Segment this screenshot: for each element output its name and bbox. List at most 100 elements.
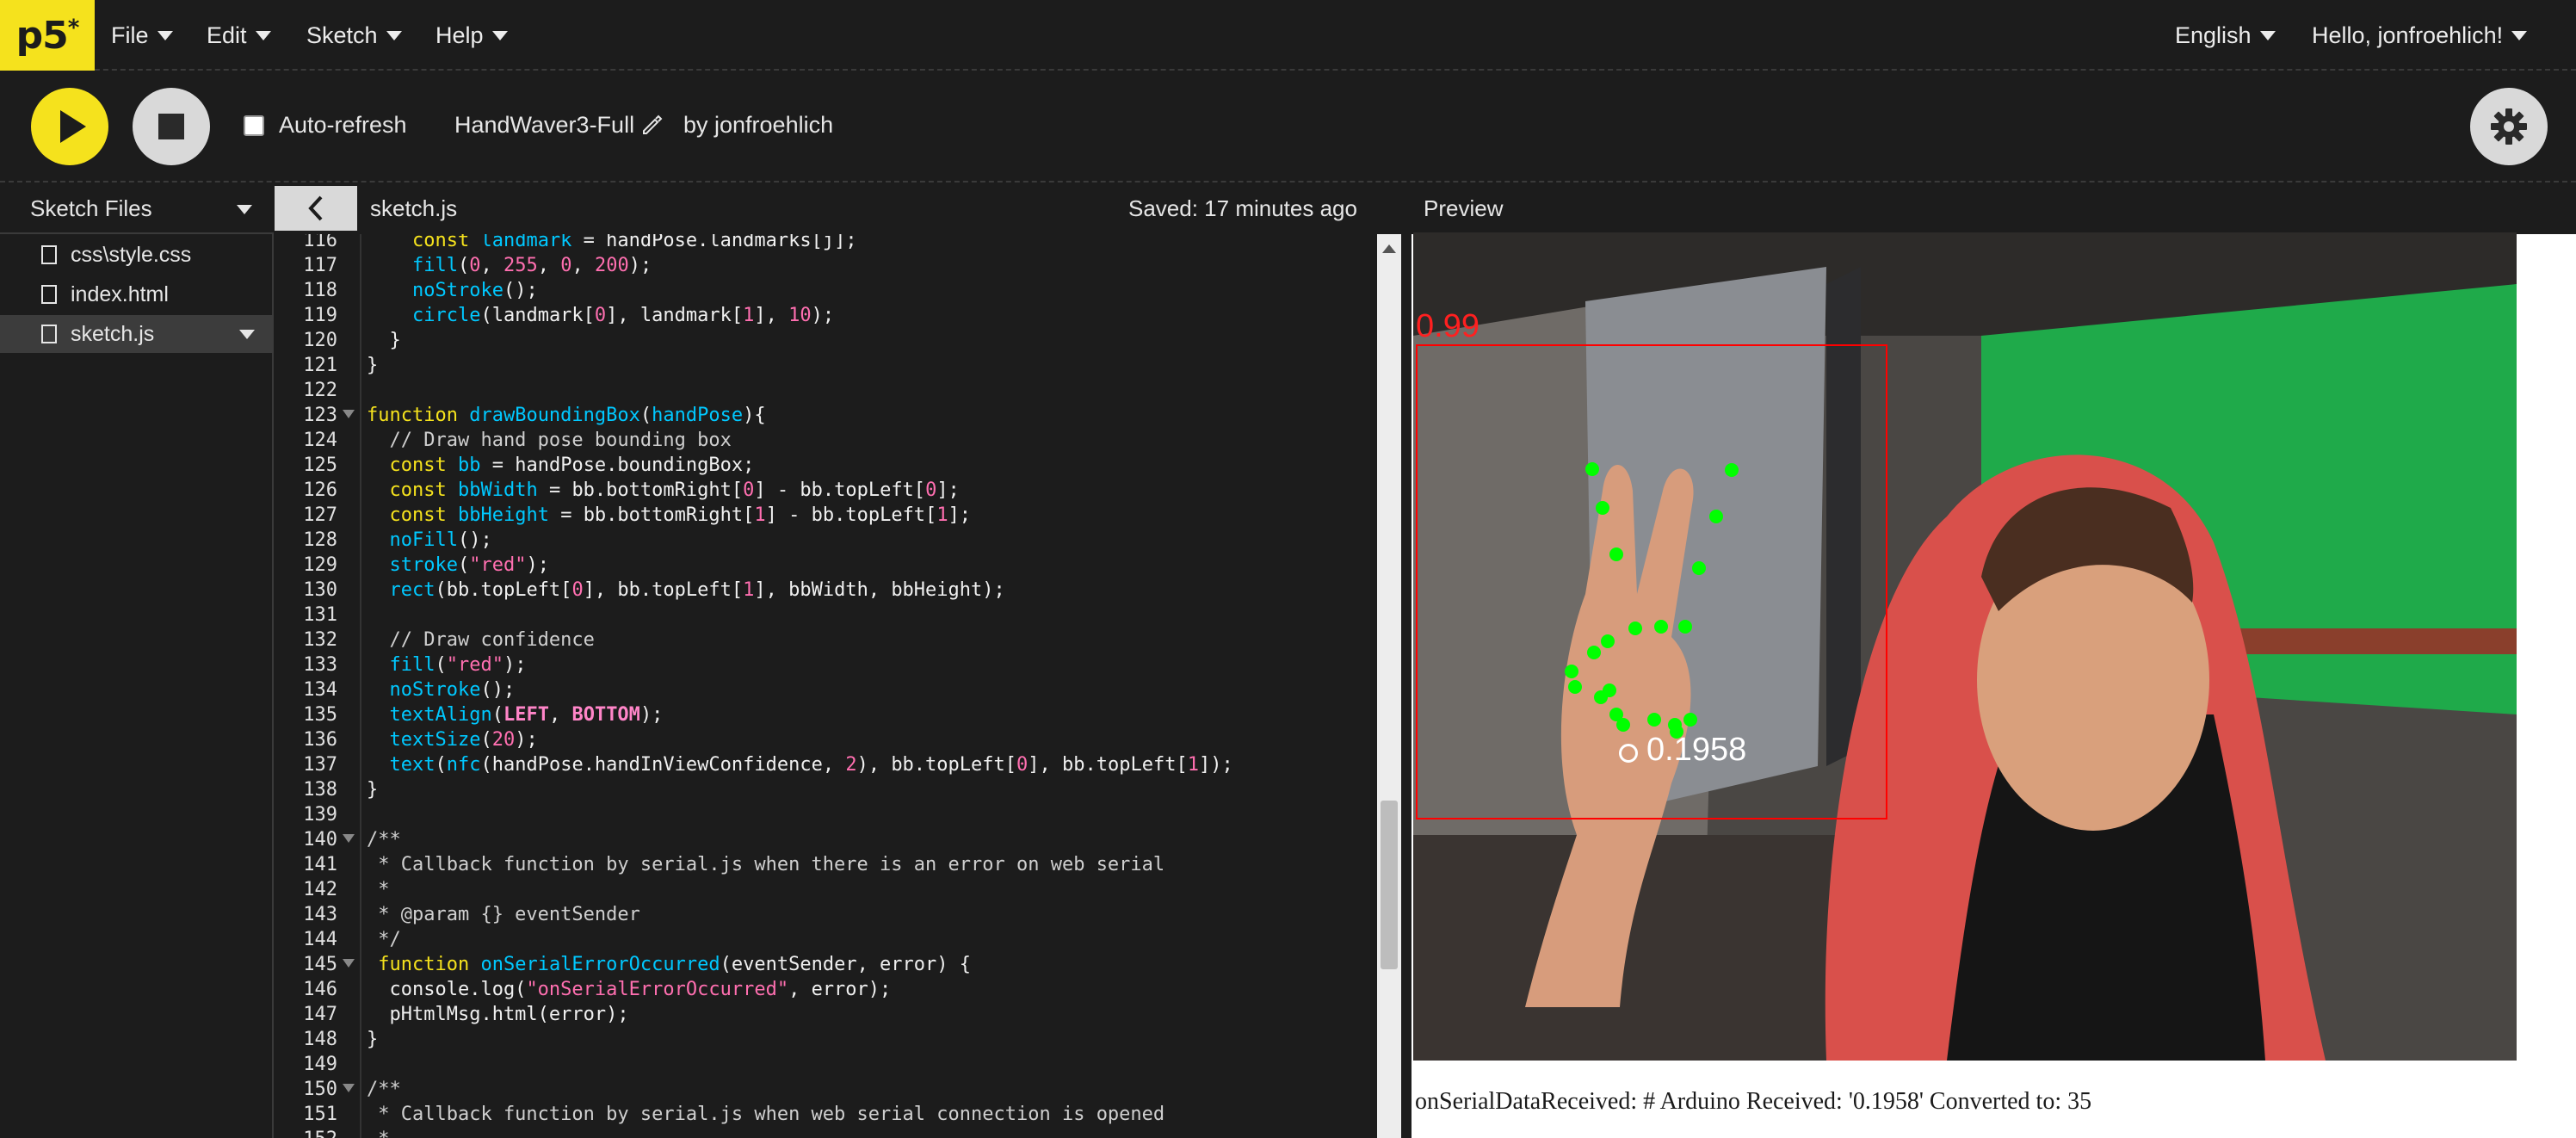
sketch-files-header[interactable]: Sketch Files [0, 182, 274, 234]
file-icon [41, 285, 57, 304]
fold-toggle-icon[interactable] [343, 1084, 355, 1092]
code-line[interactable]: const landmark = handPose.landmarks[j]; [367, 234, 857, 253]
line-number: 116 [303, 234, 337, 251]
line-number: 146 [303, 979, 337, 1000]
line-number: 152 [275, 1127, 337, 1138]
auto-refresh-checkbox[interactable] [244, 115, 264, 136]
code-line[interactable]: * Callback function by serial.js when we… [367, 1102, 1164, 1127]
fold-toggle-icon[interactable] [343, 410, 355, 418]
play-button[interactable] [31, 88, 108, 165]
line-number: 122 [303, 380, 337, 401]
gear-icon [2491, 108, 2527, 145]
file-item-style-css[interactable]: css\style.css [0, 236, 274, 274]
fingertip-value: 0.1958 [1646, 732, 1747, 768]
fold-toggle-icon[interactable] [343, 959, 355, 968]
code-line[interactable]: /** [367, 1077, 401, 1102]
code-line[interactable]: } [367, 1027, 378, 1052]
code-line[interactable]: * [367, 1127, 389, 1138]
serial-message: onSerialDataReceived: # Arduino Received… [1415, 1088, 2092, 1115]
code-line[interactable]: const bbHeight = bb.bottomRight[1] - bb.… [367, 503, 972, 528]
code-line[interactable]: stroke("red"); [367, 553, 549, 578]
hand-keypoint [1709, 510, 1723, 523]
hand-keypoint [1678, 620, 1692, 634]
code-line[interactable]: fill("red"); [367, 652, 527, 677]
sketch-files-label: Sketch Files [30, 195, 152, 221]
chevron-down-icon [255, 30, 271, 40]
line-number-gutter: 116 117 118 119 120 121 122 123 124 125 126 127 128 1… [275, 234, 361, 1138]
editor-scroll-thumb[interactable] [1381, 801, 1398, 969]
code-line[interactable]: function onSerialErrorOccurred(eventSend… [367, 952, 971, 977]
hand-keypoint [1596, 501, 1609, 515]
line-number: 144 [303, 929, 337, 950]
confidence-label: 0.99 [1416, 308, 1480, 344]
line-number: 148 [303, 1029, 337, 1050]
hand-keypoint [1628, 622, 1642, 635]
code-line[interactable]: function drawBoundingBox(handPose){ [367, 403, 766, 428]
code-line[interactable]: /** [367, 827, 401, 852]
toolbar: Auto-refresh HandWaver3-Full by jonfroeh… [0, 71, 2576, 182]
hand-keypoint [1647, 713, 1661, 727]
language-menu[interactable]: English [2175, 0, 2276, 71]
code-editor[interactable]: 116 117 118 119 120 121 122 123 124 125 126 127 128 1… [275, 234, 1382, 1138]
line-number: 132 [303, 629, 337, 651]
sketch-author[interactable]: by jonfroehlich [683, 112, 833, 139]
stop-button[interactable] [133, 88, 210, 165]
chevron-down-icon [2259, 30, 2276, 40]
code-line[interactable]: */ [367, 927, 401, 952]
chevron-down-icon[interactable] [237, 205, 252, 214]
code-line[interactable]: // Draw hand pose bounding box [367, 428, 731, 453]
code-line[interactable]: textAlign(LEFT, BOTTOM); [367, 702, 664, 727]
code-line[interactable]: } [367, 328, 400, 353]
p5-logo[interactable]: p5* [0, 0, 95, 71]
code-line[interactable]: } [367, 353, 378, 378]
code-line[interactable]: const bb = handPose.boundingBox; [367, 453, 755, 478]
hand-keypoint [1654, 620, 1668, 634]
auto-refresh-label: Auto-refresh [279, 112, 407, 138]
menu-help[interactable]: Help [436, 0, 508, 71]
file-item-sketch-js[interactable]: sketch.js [0, 315, 274, 353]
code-line[interactable]: pHtmlMsg.html(error); [367, 1002, 628, 1027]
line-number: 138 [303, 779, 337, 801]
fold-toggle-icon[interactable] [343, 834, 355, 843]
line-number: 137 [303, 754, 337, 776]
file-name: index.html [71, 281, 169, 306]
preview-label: Preview [1424, 195, 1504, 221]
pencil-icon[interactable] [640, 114, 663, 136]
code-line[interactable]: noStroke(); [367, 278, 538, 303]
code-line[interactable]: const bbWidth = bb.bottomRight[0] - bb.t… [367, 478, 960, 503]
hand-keypoint [1565, 665, 1578, 678]
line-number: 130 [303, 579, 337, 601]
chevron-down-icon[interactable] [239, 330, 255, 339]
menu-edit[interactable]: Edit [207, 0, 271, 71]
code-line[interactable]: * [367, 877, 389, 902]
code-line[interactable]: * Callback function by serial.js when th… [367, 852, 1164, 877]
code-line[interactable]: textSize(20); [367, 727, 538, 752]
sketch-name[interactable]: HandWaver3-Full [454, 112, 634, 139]
settings-button[interactable] [2470, 88, 2548, 165]
editor-scrollbar[interactable] [1377, 234, 1401, 1138]
menu-file[interactable]: File [111, 0, 173, 71]
user-menu[interactable]: Hello, jonfroehlich! [2312, 0, 2528, 71]
menu-sketch[interactable]: Sketch [306, 0, 402, 71]
scroll-up-icon[interactable] [1382, 244, 1396, 253]
code-line[interactable]: * @param {} eventSender [367, 902, 640, 927]
line-number: 123 [303, 405, 337, 426]
code-line[interactable]: noFill(); [367, 528, 492, 553]
file-name: css\style.css [71, 242, 192, 267]
code-line[interactable]: console.log("onSerialErrorOccurred", err… [367, 977, 891, 1002]
code-line[interactable]: rect(bb.topLeft[0], bb.topLeft[1], bbWid… [367, 578, 1005, 603]
code-line[interactable]: } [367, 777, 378, 802]
file-item-index-html[interactable]: index.html [0, 275, 274, 313]
chevron-down-icon [2511, 30, 2528, 40]
code-line[interactable]: // Draw confidence [367, 628, 594, 652]
code-line[interactable]: text(nfc(handPose.handInViewConfidence, … [367, 752, 1233, 777]
code-line[interactable]: circle(landmark[0], landmark[1], 10); [367, 303, 834, 328]
chevron-down-icon [386, 30, 402, 40]
file-tab[interactable]: sketch.js [370, 195, 457, 222]
chevron-down-icon [157, 30, 173, 40]
line-number: 145 [303, 954, 337, 975]
code-line[interactable]: fill(0, 255, 0, 200); [367, 253, 652, 278]
collapse-sidebar-button[interactable] [275, 186, 357, 231]
code-line[interactable]: noStroke(); [367, 677, 516, 702]
hand-keypoint [1692, 561, 1706, 575]
